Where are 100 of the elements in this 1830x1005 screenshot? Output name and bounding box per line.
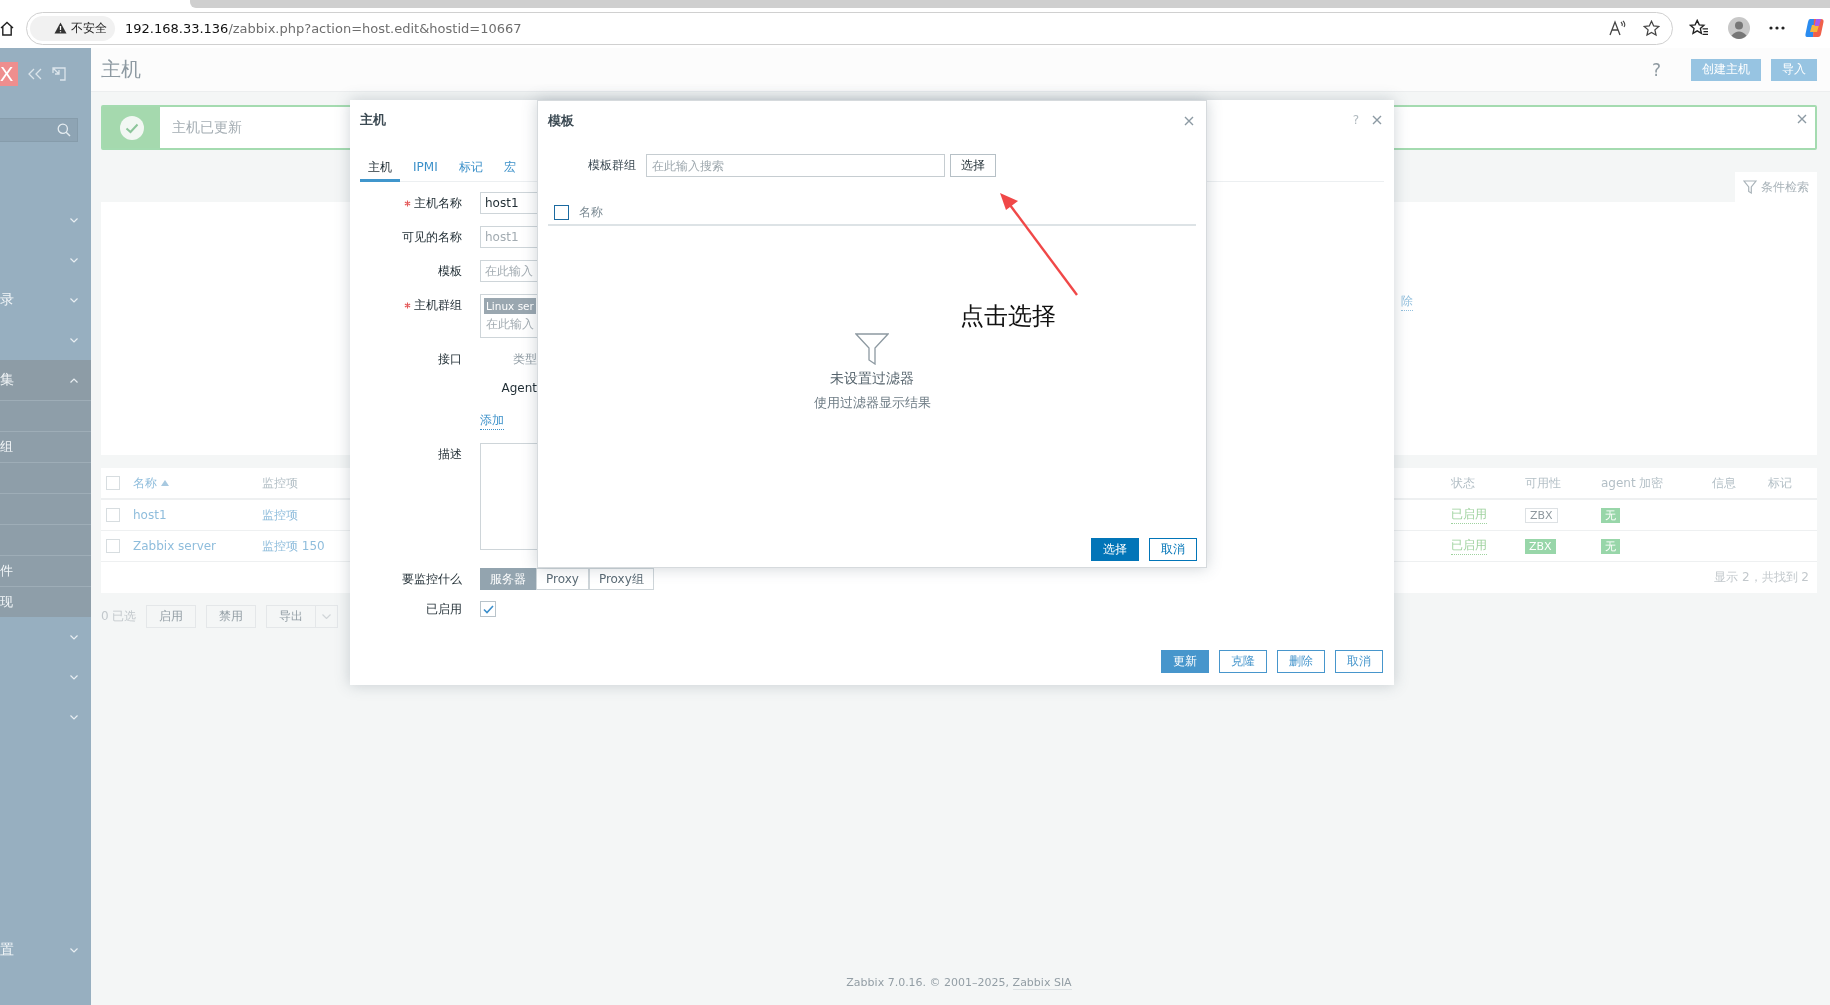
select-button[interactable]: 选择 [950, 154, 996, 177]
tab[interactable]: IPMI [405, 155, 446, 182]
search-icon [57, 123, 71, 137]
field-label: 模板群组 [587, 157, 636, 174]
dialog-button[interactable]: 删除 [1277, 650, 1325, 673]
availability-badge: ZBX [1525, 507, 1558, 523]
expand-icon[interactable] [52, 67, 66, 81]
menu-item[interactable]: 置 [0, 930, 91, 970]
column-header: 信息 [1712, 474, 1737, 492]
description-field[interactable] [480, 443, 537, 550]
dialog-button[interactable]: 克隆 [1219, 650, 1267, 673]
funnel-icon [1743, 180, 1757, 194]
tab[interactable]: 标记 [450, 155, 491, 182]
input-field[interactable]: 在此输入 [480, 260, 537, 282]
help-link[interactable]: ? [1651, 59, 1661, 80]
chevron-down-icon [70, 714, 78, 720]
column-header: 名称 [579, 203, 603, 221]
dialog-title: 模板 [548, 112, 574, 130]
close-icon[interactable] [1372, 115, 1382, 125]
chevron-down-icon [70, 217, 78, 223]
tab[interactable]: 宏 [495, 155, 524, 182]
avatar-icon[interactable] [1728, 17, 1750, 39]
field-label: 模板 [438, 262, 462, 280]
dialog-title: 主机 [360, 111, 386, 129]
group-tag[interactable]: Linux ser [484, 298, 536, 314]
empty-hint: 使用过滤器显示结果 [813, 394, 931, 412]
read-aloud-icon[interactable] [1609, 20, 1627, 36]
status-link[interactable]: 已启用 [1451, 537, 1487, 555]
dialog-button[interactable]: 取消 [1335, 650, 1383, 673]
help-link[interactable]: ? [1352, 113, 1359, 127]
chevron-down-icon [70, 674, 78, 680]
header-button[interactable]: 创建主机 [1691, 58, 1761, 81]
checkbox[interactable] [554, 204, 569, 220]
checkbox[interactable] [480, 601, 496, 617]
input-field[interactable]: host1 [480, 192, 537, 214]
company-link[interactable]: Zabbix SIA [1012, 976, 1072, 990]
submenu-item[interactable]: 现 [0, 586, 91, 617]
menu-item[interactable]: 录 [0, 280, 91, 320]
security-indicator[interactable]: 不安全 [30, 15, 115, 41]
menu-item[interactable]: 集 [0, 360, 91, 400]
multiselect-field[interactable]: Linux ser 在此输入 [480, 294, 537, 338]
more-icon[interactable] [1769, 26, 1785, 30]
favorites-icon[interactable] [1689, 19, 1709, 37]
field-label: 描述 [438, 446, 462, 463]
close-icon[interactable] [1184, 116, 1194, 126]
chevron-down-icon [70, 297, 78, 303]
add-link[interactable]: 添加 [480, 412, 504, 430]
dialog-button[interactable]: 选择 [1091, 538, 1139, 561]
warning-icon [54, 22, 67, 34]
logo[interactable]: X [0, 62, 18, 86]
field-label: 要监控什么 [402, 570, 462, 588]
segment-button[interactable]: 服务器 [480, 568, 536, 590]
column-header: 标记 [1768, 474, 1793, 492]
submenu-item[interactable]: 组 [0, 431, 91, 462]
input-field[interactable]: host1 [480, 226, 537, 248]
message-text: 主机已更新 [172, 118, 242, 137]
funnel-icon [855, 333, 889, 365]
home-icon[interactable] [0, 20, 14, 36]
host-link[interactable]: Zabbix server [133, 539, 262, 553]
status-link[interactable]: 已启用 [1451, 506, 1487, 524]
field-label: 主机名称 [414, 194, 462, 212]
column-header: agent 加密 [1601, 474, 1665, 492]
column-header: 监控项 [262, 474, 299, 492]
tab[interactable]: 主机 [360, 155, 400, 182]
check-circle-icon [118, 114, 145, 141]
header-button[interactable]: 导入 [1771, 58, 1817, 81]
field-label: 可见的名称 [402, 228, 462, 246]
segment-button[interactable]: Proxy [536, 568, 589, 590]
page-title: 主机 [101, 56, 141, 83]
segment-button[interactable]: Proxy组 [588, 568, 654, 590]
sort-header[interactable]: 名称 [133, 474, 262, 492]
collapse-icon[interactable] [27, 68, 43, 80]
chevron-down-icon [70, 947, 78, 953]
field-label: 接口 [438, 350, 462, 368]
host-link[interactable]: host1 [133, 508, 262, 522]
column-header: 类型 [512, 351, 537, 368]
url-text: 192.168.33.136/zabbix.php?action=host.edit&hostid=10667 [125, 20, 522, 36]
chevron-down-icon [70, 634, 78, 640]
remove-link[interactable]: 除 [1401, 293, 1413, 311]
address-bar[interactable]: 不安全 192.168.33.136/zabbix.php?action=host.edit&hostid=10667 [26, 11, 1673, 45]
copyright-text: Zabbix 7.0.16. © 2001–2025, Zabbix SIA [846, 976, 1072, 990]
column-header: 可用性 [1525, 474, 1562, 492]
chevron-down-icon [70, 257, 78, 263]
filter-tab[interactable]: 条件检索 [1735, 172, 1817, 202]
dialog-button[interactable]: 更新 [1161, 650, 1209, 673]
field-label: 已启用 [426, 600, 462, 618]
dialog-button[interactable]: 取消 [1149, 538, 1197, 561]
encryption-badge: 无 [1601, 538, 1620, 554]
search-field[interactable] [0, 118, 78, 142]
assistant-icon[interactable] [1804, 17, 1826, 39]
annotation-text: 点击选择 [960, 301, 1056, 332]
close-icon[interactable] [1797, 114, 1807, 124]
interface-type: Agent [500, 380, 537, 397]
chevron-up-icon [70, 377, 78, 383]
submenu-item[interactable]: 件 [0, 555, 91, 586]
caret-icon [322, 614, 332, 619]
encryption-badge: 无 [1601, 507, 1620, 523]
search-field[interactable]: 在此输入搜索 [646, 154, 945, 177]
chevron-down-icon [70, 337, 78, 343]
star-icon[interactable] [1643, 19, 1660, 37]
